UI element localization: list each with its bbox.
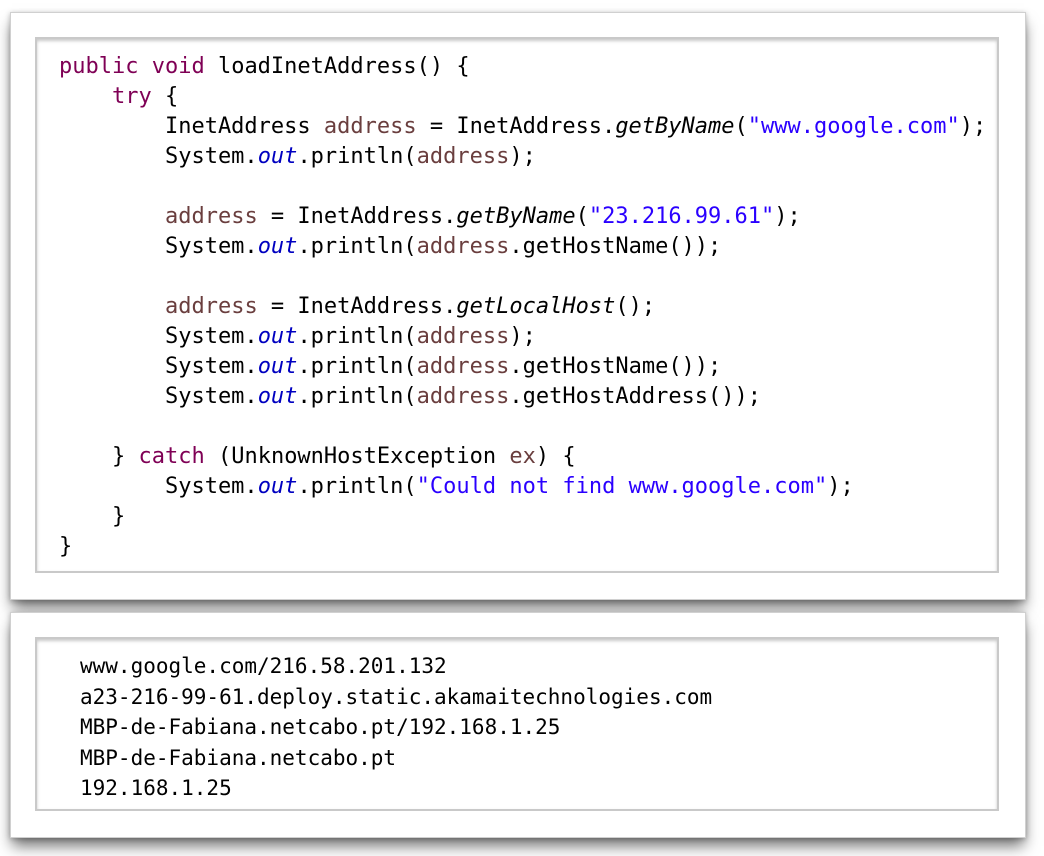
output-panel: www.google.com/216.58.201.132 a23-216-99-… [10, 612, 1026, 838]
code-token: ( [734, 114, 748, 139]
code-token: System. [59, 234, 258, 259]
code-token: .println( [297, 354, 417, 379]
code-token: System. [59, 354, 258, 379]
code-token: = InetAddress. [416, 114, 616, 139]
code-token: .println( [297, 474, 417, 499]
code-line: } [59, 532, 986, 562]
code-token: address [164, 294, 258, 319]
code-line: address = InetAddress.getLocalHost(); [59, 292, 986, 322]
code-token: ); [959, 114, 987, 139]
code-token: "23.216.99.61" [588, 204, 775, 229]
code-token: ); [827, 474, 854, 499]
code-token: "www.google.com" [747, 114, 960, 139]
code-token: address [416, 384, 510, 409]
code-token: getByName [456, 204, 576, 229]
code-line: System.out.println("Could not find www.g… [59, 472, 986, 502]
output-line: 192.168.1.25 [80, 776, 232, 800]
code-token: loadInetAddress() { [204, 54, 470, 79]
code-token: System. [59, 384, 258, 409]
code-token: ); [509, 324, 536, 349]
code-token: .println( [297, 144, 417, 169]
code-token: .println( [297, 234, 417, 259]
console-output: www.google.com/216.58.201.132 a23-216-99-… [35, 637, 999, 811]
code-token: System. [59, 474, 258, 499]
code-line: System.out.println(address.getHostName()… [59, 352, 986, 382]
code-token: } [59, 534, 73, 559]
code-token: ); [774, 204, 801, 229]
code-editor: public void loadInetAddress() { try { In… [35, 37, 999, 573]
code-token: = InetAddress. [257, 204, 457, 229]
code-token: address [416, 324, 510, 349]
code-token: out [257, 354, 298, 379]
code-token: System. [59, 324, 258, 349]
code-token: address [416, 354, 510, 379]
code-token: catch [138, 444, 205, 469]
code-block: public void loadInetAddress() { try { In… [59, 52, 986, 562]
code-line: InetAddress address = InetAddress.getByN… [59, 112, 986, 142]
code-token: ( [575, 204, 589, 229]
code-token: out [257, 474, 298, 499]
code-token: = InetAddress. [257, 294, 457, 319]
code-line: System.out.println(address); [59, 322, 986, 352]
code-token: out [257, 324, 298, 349]
code-token: out [257, 234, 298, 259]
code-token: ) { [535, 444, 576, 469]
output-line: MBP-de-Fabiana.netcabo.pt/192.168.1.25 [80, 715, 561, 739]
code-token: ex [509, 444, 536, 469]
output-line: www.google.com/216.58.201.132 [80, 654, 447, 678]
code-line: System.out.println(address); [59, 142, 986, 172]
code-token: out [257, 384, 298, 409]
code-line: System.out.println(address.getHostAddres… [59, 382, 986, 412]
code-token: getLocalHost [456, 294, 616, 319]
code-token: address [164, 204, 258, 229]
code-panel: public void loadInetAddress() { try { In… [10, 12, 1026, 600]
code-token: .getHostAddress()); [509, 384, 762, 409]
code-token: (UnknownHostException [204, 444, 510, 469]
code-token: } [59, 504, 126, 529]
output-line: MBP-de-Fabiana.netcabo.pt [80, 745, 397, 770]
code-token: } [59, 444, 139, 469]
code-token: .getHostName()); [509, 354, 722, 379]
code-token: ); [509, 144, 536, 169]
code-token: getByName [615, 114, 735, 139]
code-token: out [257, 144, 298, 169]
code-token: try [111, 84, 152, 109]
code-token: address [416, 144, 510, 169]
code-line: } [59, 502, 986, 532]
code-token: address [323, 114, 417, 139]
code-token: "Could not find www.google.com" [416, 474, 828, 499]
code-token: InetAddress [59, 114, 324, 139]
code-line: try { [59, 82, 986, 112]
code-token: public void [59, 54, 205, 79]
output-block: www.google.com/216.58.201.132 a23-216-99-… [80, 651, 712, 804]
code-token: { [151, 84, 179, 109]
code-line: System.out.println(address.getHostName()… [59, 232, 986, 262]
code-token: (); [615, 294, 656, 319]
code-token: .getHostName()); [509, 234, 722, 259]
code-token: System. [59, 144, 258, 169]
code-line: address = InetAddress.getByName("23.216.… [59, 202, 986, 232]
output-line: a23-216-99-61.deploy.static.akamaitechno… [80, 684, 713, 709]
code-token: .println( [297, 324, 417, 349]
code-line: } catch (UnknownHostException ex) { [59, 442, 986, 472]
code-token: address [416, 234, 510, 259]
code-token: .println( [297, 384, 417, 409]
code-line: public void loadInetAddress() { [59, 52, 986, 82]
